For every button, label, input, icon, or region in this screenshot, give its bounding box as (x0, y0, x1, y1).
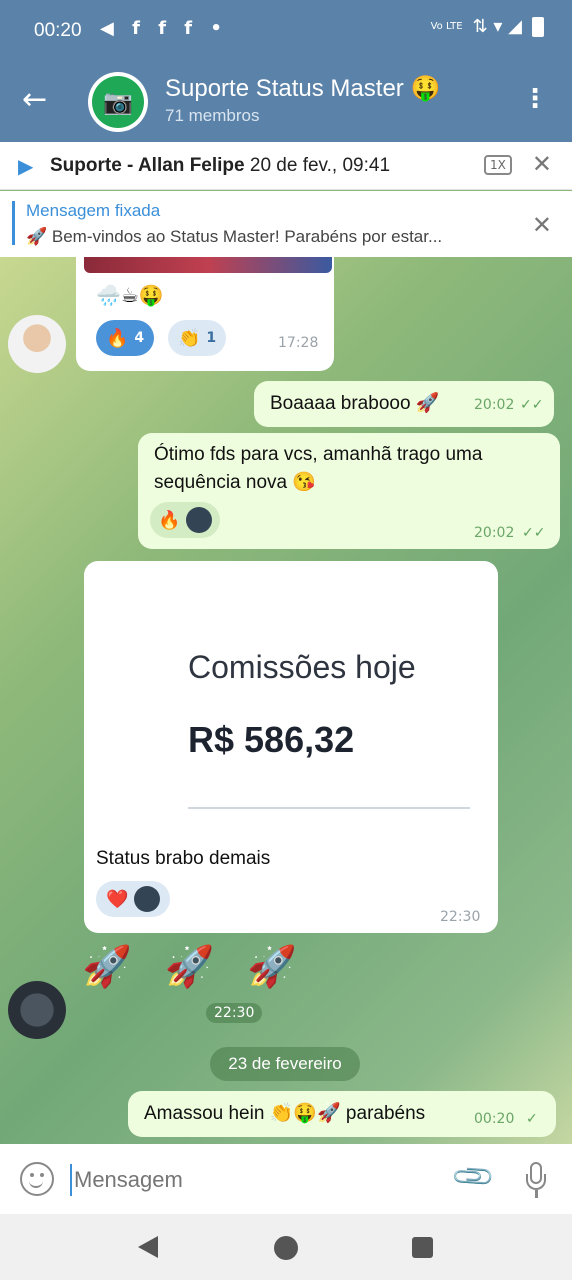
double-check-icon: ✓✓ (522, 525, 546, 541)
media-thumbnail[interactable] (84, 257, 332, 273)
message-time: 17:28 (278, 335, 319, 351)
pinned-text: 🚀 Bem-vindos ao Status Master! Parabéns … (26, 227, 443, 246)
message-text: Boaaaa brabooo 🚀 (270, 393, 440, 414)
microphone-icon[interactable] (524, 1162, 548, 1198)
message-text: Amassou hein 👏🤑🚀 parabéns (144, 1103, 426, 1124)
fire-icon: 🔥 (158, 509, 181, 531)
message-time: 20:02 (474, 397, 515, 413)
message-time: 22:30 (206, 1003, 263, 1023)
battery-icon (532, 16, 544, 37)
camera-icon: 📷 (92, 76, 144, 128)
rocket-emojis[interactable]: 🚀 🚀 🚀 (82, 943, 307, 990)
audio-date: 20 de fev., 09:41 (249, 155, 391, 176)
date-separator: 23 de fevereiro (210, 1047, 360, 1081)
message-time: 20:02 (474, 525, 515, 541)
reaction-chip[interactable]: 🔥 4 (96, 320, 155, 356)
message-bubble-outgoing[interactable]: Boaaaa brabooo 🚀 20:02 ✓✓ (254, 381, 554, 427)
card-divider (188, 807, 470, 809)
more-menu-icon[interactable]: ⋮ (522, 84, 548, 114)
card-amount: R$ 586,32 (188, 719, 355, 760)
member-count: 71 membros (165, 106, 260, 125)
signal-icons: ⇅ ▾ ◢ (472, 16, 522, 37)
close-pinned-icon[interactable]: ✕ (532, 211, 552, 239)
heart-icon: ❤️ (106, 888, 129, 910)
chat-header: ← 📷 Suporte Status Master 🤑 71 membros ⋮ (0, 62, 572, 142)
message-input-bar: 📎 (0, 1144, 572, 1214)
reaction-count: 1 (206, 330, 217, 346)
emoji-icon[interactable] (20, 1162, 54, 1196)
paperclip-icon[interactable]: 📎 (449, 1153, 497, 1201)
pinned-message-bar[interactable]: Mensagem fixada 🚀 Bem-vindos ao Status M… (0, 191, 572, 257)
check-icon: ✓ (526, 1111, 538, 1127)
lte-icon: Vo LTE (430, 20, 463, 32)
message-time: 00:20 (474, 1111, 515, 1127)
audio-info: Suporte - Allan Felipe 20 de fev., 09:41 (50, 155, 390, 177)
reaction-count: 4 (134, 330, 145, 346)
play-icon[interactable]: ▶ (18, 154, 33, 178)
chat-area[interactable]: 🌧️☕🤑 🔥 4 👏 1 17:28 Boaaaa brabooo 🚀 20:0… (0, 257, 572, 1144)
reactor-avatar (134, 886, 161, 912)
message-caption: Status brabo demais (96, 848, 271, 869)
navigation-bar (0, 1214, 572, 1280)
close-icon[interactable]: ✕ (532, 150, 552, 178)
group-avatar[interactable]: 📷 (88, 72, 148, 132)
status-bar: 00:20 ◀ f f f • Vo LTE ⇅ ▾ ◢ (0, 0, 572, 62)
message-bubble-outgoing[interactable]: Amassou hein 👏🤑🚀 parabéns 00:20 ✓ (128, 1091, 556, 1137)
nav-home-icon[interactable] (274, 1236, 298, 1260)
chat-title[interactable]: Suporte Status Master 🤑 (165, 74, 440, 103)
user-avatar[interactable] (8, 315, 66, 373)
clock: 00:20 (34, 20, 82, 41)
pin-indicator (12, 201, 15, 245)
pinned-title: Mensagem fixada (26, 201, 161, 220)
audio-sender: Suporte - Allan Felipe (50, 155, 245, 176)
reaction-chip[interactable]: 🔥 (150, 502, 221, 538)
reaction-chip[interactable]: 👏 1 (168, 320, 227, 356)
double-check-icon: ✓✓ (520, 397, 544, 413)
reactor-avatar (186, 507, 213, 533)
fire-icon: 🔥 (106, 327, 129, 349)
nav-back-icon[interactable] (138, 1236, 158, 1258)
reaction-chip[interactable]: ❤️ (96, 881, 171, 917)
message-text: Ótimo fds para vcs, amanhã trago uma seq… (154, 444, 483, 493)
message-bubble-incoming[interactable]: Comissões hoje R$ 586,32 Status brabo de… (84, 561, 498, 933)
card-title: Comissões hoje (188, 649, 416, 685)
message-bubble-outgoing[interactable]: Ótimo fds para vcs, amanhã trago uma seq… (138, 433, 560, 549)
system-icons: Vo LTE ⇅ ▾ ◢ (431, 16, 544, 37)
message-time: 22:30 (440, 909, 481, 925)
message-bubble-incoming[interactable]: 🌧️☕🤑 🔥 4 👏 1 17:28 (76, 257, 334, 371)
audio-player-bar[interactable]: ▶ Suporte - Allan Felipe 20 de fev., 09:… (0, 142, 572, 190)
nav-recents-icon[interactable] (412, 1237, 433, 1258)
notification-icons: ◀ f f f • (100, 18, 228, 39)
message-emojis: 🌧️☕🤑 (96, 283, 164, 307)
back-arrow-icon[interactable]: ← (22, 82, 47, 117)
message-input[interactable] (70, 1164, 430, 1196)
playback-speed-button[interactable]: 1X (484, 155, 512, 175)
user-avatar[interactable] (8, 981, 66, 1039)
clap-icon: 👏 (178, 327, 201, 349)
